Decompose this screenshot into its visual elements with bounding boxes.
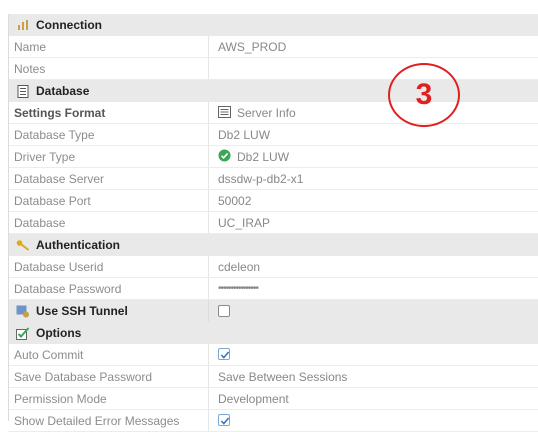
userid-value[interactable]: cdeleon	[218, 256, 260, 278]
column-divider	[208, 124, 209, 145]
password-value[interactable]: ••••••••••••••••	[218, 278, 259, 300]
section-authentication[interactable]: Authentication	[8, 234, 538, 256]
checkmark-icon	[220, 351, 230, 359]
property-label: Name	[14, 40, 47, 54]
property-row-settings-format[interactable]: Settings Format Server Info	[8, 102, 538, 124]
property-label: Database Server	[14, 172, 105, 186]
section-title: Connection	[36, 18, 102, 32]
section-connection[interactable]: Connection	[8, 14, 538, 36]
check-circle-icon	[218, 147, 231, 169]
ssh-tunnel-icon	[16, 304, 30, 318]
property-label: Database Password	[14, 282, 122, 296]
section-title: Authentication	[36, 238, 120, 252]
auto-commit-checkbox[interactable]	[218, 348, 230, 360]
column-divider	[208, 366, 209, 387]
column-divider	[208, 58, 209, 79]
property-row-database-type[interactable]: Database Type Db2 LUW	[8, 124, 538, 146]
property-row-database[interactable]: Database UC_IRAP	[8, 212, 538, 234]
checkmark-icon	[220, 417, 230, 425]
database-server-value[interactable]: dssdw-p-db2-x1	[218, 168, 303, 190]
section-title: Use SSH Tunnel	[36, 304, 128, 318]
database-port-value[interactable]: 50002	[218, 190, 251, 212]
connection-icon	[16, 18, 30, 32]
property-label: Settings Format	[14, 106, 106, 120]
property-row-database-port[interactable]: Database Port 50002	[8, 190, 538, 212]
annotation-number: 3	[415, 78, 433, 111]
column-divider	[208, 256, 209, 277]
grid-left-border	[8, 14, 9, 421]
driver-type-text: Db2 LUW	[237, 150, 290, 164]
property-label: Notes	[14, 62, 46, 76]
column-divider	[208, 344, 209, 365]
driver-type-value[interactable]: Db2 LUW	[218, 146, 289, 169]
name-value[interactable]: AWS_PROD	[218, 36, 286, 58]
permission-mode-value[interactable]: Development	[218, 388, 289, 410]
property-row-name[interactable]: Name AWS_PROD	[8, 36, 538, 58]
property-label: Permission Mode	[14, 392, 107, 406]
property-row-database-server[interactable]: Database Server dssdw-p-db2-x1	[8, 168, 538, 190]
settings-format-value[interactable]: Server Info	[218, 102, 296, 125]
detailed-errors-checkbox[interactable]	[218, 414, 230, 426]
property-label: Show Detailed Error Messages	[14, 414, 180, 428]
property-label: Database Userid	[14, 260, 104, 274]
property-row-userid[interactable]: Database Userid cdeleon	[8, 256, 538, 278]
database-icon	[16, 84, 30, 98]
database-type-value[interactable]: Db2 LUW	[218, 124, 270, 146]
property-row-driver-type[interactable]: Driver Type Db2 LUW	[8, 146, 538, 168]
property-label: Database Type	[14, 128, 95, 142]
property-label: Auto Commit	[14, 348, 84, 362]
property-row-auto-commit[interactable]: Auto Commit	[8, 344, 538, 366]
property-row-permission-mode[interactable]: Permission Mode Development	[8, 388, 538, 410]
section-title: Options	[36, 326, 82, 340]
column-divider	[208, 36, 209, 57]
column-divider	[208, 168, 209, 189]
property-label: Database Port	[14, 194, 91, 208]
options-icon	[16, 326, 30, 340]
property-row-detailed-errors[interactable]: Show Detailed Error Messages	[8, 410, 538, 432]
properties-grid: Connection Name AWS_PROD Notes Database …	[8, 14, 538, 432]
property-row-password[interactable]: Database Password ••••••••••••••••	[8, 278, 538, 300]
annotation-badge: 3	[388, 63, 460, 127]
column-divider	[208, 146, 209, 167]
column-divider	[208, 190, 209, 211]
top-margin	[0, 0, 538, 14]
property-label: Database	[14, 216, 66, 230]
property-row-save-password[interactable]: Save Database Password Save Between Sess…	[8, 366, 538, 388]
column-divider	[208, 410, 209, 431]
column-divider	[208, 388, 209, 409]
property-label: Driver Type	[14, 150, 76, 164]
section-title: Database	[36, 84, 90, 98]
column-divider	[208, 102, 209, 123]
column-divider	[208, 300, 209, 322]
property-label: Save Database Password	[14, 370, 153, 384]
section-ssh-tunnel[interactable]: Use SSH Tunnel	[8, 300, 538, 322]
column-divider	[208, 278, 209, 299]
save-password-value[interactable]: Save Between Sessions	[218, 366, 347, 388]
key-icon	[16, 238, 30, 252]
column-divider	[208, 212, 209, 233]
ssh-tunnel-checkbox[interactable]	[218, 305, 230, 317]
database-value[interactable]: UC_IRAP	[218, 212, 270, 234]
property-row-notes[interactable]: Notes	[8, 58, 538, 80]
server-info-icon	[218, 103, 231, 125]
settings-format-text: Server Info	[237, 106, 296, 120]
section-options[interactable]: Options	[8, 322, 538, 344]
